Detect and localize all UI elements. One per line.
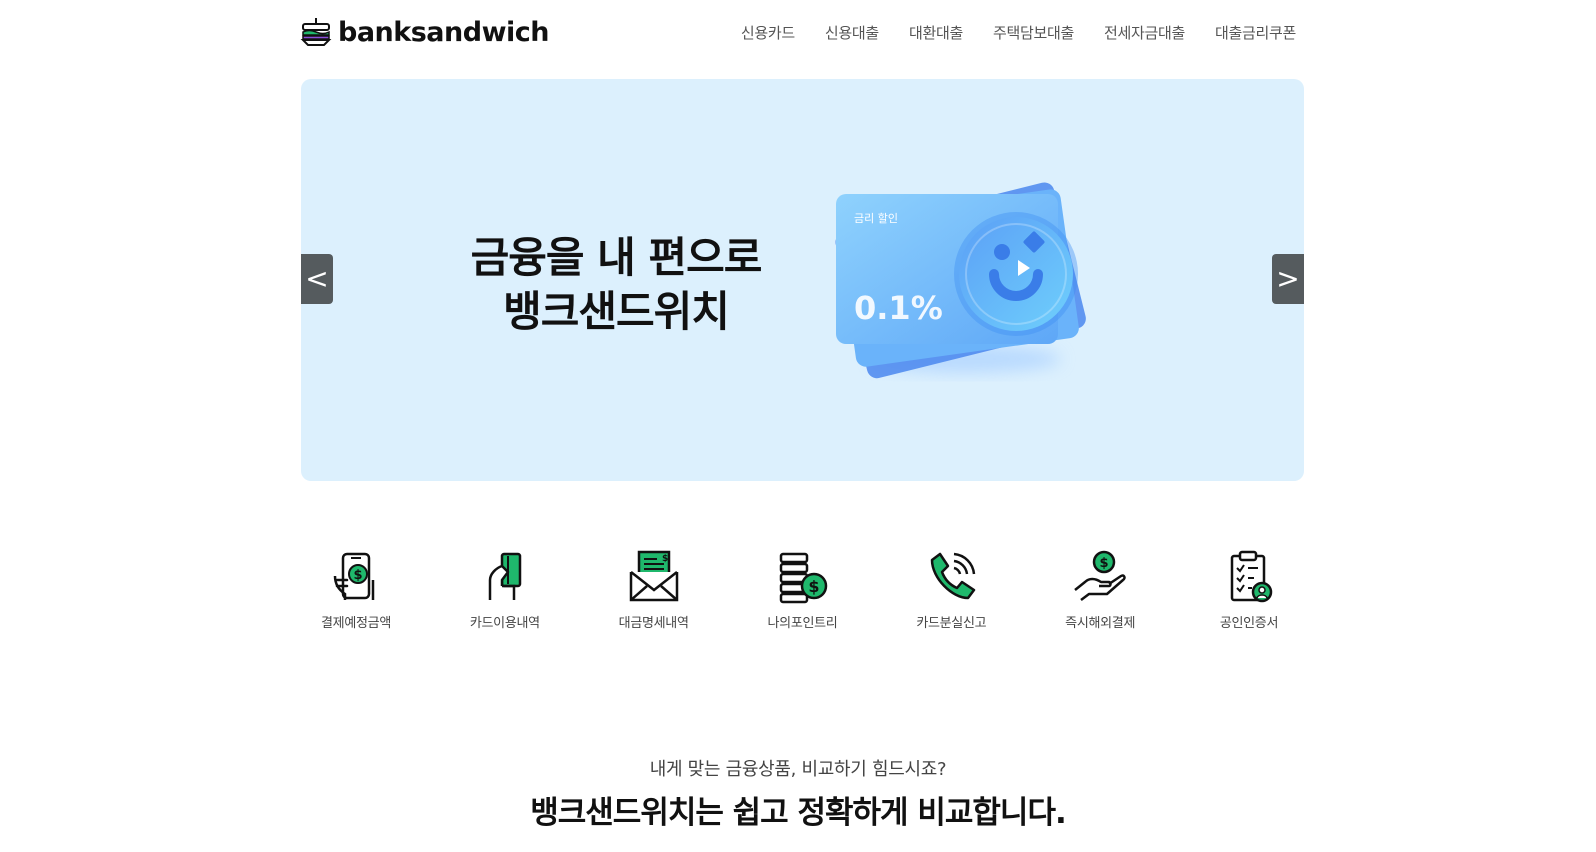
hero-banner: 금융을 내 편으로 뱅크샌드위치 금리 할인 0.1% < > bbox=[301, 79, 1304, 481]
nav-item-mortgage-loan[interactable]: 주택담보대출 bbox=[993, 22, 1074, 43]
intro-headline: 뱅크샌드위치는 쉽고 정확하게 비교합니다. bbox=[530, 795, 1067, 831]
logo[interactable]: banksandwich bbox=[300, 16, 550, 48]
quick-item-certificate[interactable]: 공인인증서 bbox=[1194, 550, 1304, 631]
sandwich-logo-icon bbox=[300, 18, 332, 46]
nav-item-credit-card[interactable]: 신용카드 bbox=[741, 22, 795, 43]
quick-item-billing-statement[interactable]: $ 대금명세내역 bbox=[599, 550, 709, 631]
logo-text: banksandwich bbox=[338, 16, 550, 48]
quick-label: 카드분실신고 bbox=[916, 616, 987, 631]
nav-item-refinance-loan[interactable]: 대환대출 bbox=[909, 22, 963, 43]
quick-label: 카드이용내역 bbox=[469, 616, 540, 631]
nav-item-credit-loan[interactable]: 신용대출 bbox=[825, 22, 879, 43]
hero-title-line2: 뱅크샌드위치 bbox=[503, 287, 730, 336]
quick-item-payment-due[interactable]: $ 결제예정금액 bbox=[301, 550, 411, 631]
hero-title-line1: 금융을 내 편으로 bbox=[470, 233, 763, 282]
nav-item-jeonse-loan[interactable]: 전세자금대출 bbox=[1104, 22, 1185, 43]
clipboard-user-icon bbox=[1230, 550, 1273, 603]
quick-item-overseas-payment[interactable]: $ 즉시해외결제 bbox=[1045, 550, 1155, 631]
svg-text:$: $ bbox=[809, 577, 820, 596]
quick-item-card-history[interactable]: 카드이용내역 bbox=[450, 550, 560, 631]
svg-text:$: $ bbox=[353, 568, 362, 583]
hero-title: 금융을 내 편으로 뱅크샌드위치 bbox=[451, 231, 781, 339]
card-label: 금리 할인 bbox=[854, 212, 898, 225]
envelope-statement-icon: $ bbox=[629, 550, 678, 602]
intro-subtitle: 내게 맞는 금융상품, 비교하기 힘드시죠? bbox=[649, 759, 947, 780]
quick-label: 대금명세내역 bbox=[618, 616, 689, 631]
discount-card-illustration: 금리 할인 0.1% bbox=[835, 182, 1086, 379]
main-nav: 신용카드 신용대출 대환대출 주택담보대출 전세자금대출 대출금리쿠폰 bbox=[741, 22, 1296, 43]
hand-card-icon bbox=[488, 552, 522, 600]
quick-label: 공인인증서 bbox=[1219, 616, 1279, 631]
phone-call-icon bbox=[931, 552, 976, 600]
quick-item-my-points[interactable]: $ 나의포인트리 bbox=[747, 550, 857, 631]
quick-item-lost-card[interactable]: 카드분실신고 bbox=[896, 550, 1006, 631]
phone-dollar-icon: $ bbox=[333, 552, 375, 600]
quick-menu: $ 결제예정금액 카드이용내역 $ 대금명세내역 $ 나의포인트리 카드분실신고… bbox=[301, 550, 1304, 631]
hand-coin-icon: $ bbox=[1074, 550, 1126, 601]
svg-text:$: $ bbox=[1100, 556, 1109, 571]
nav-item-rate-coupon[interactable]: 대출금리쿠폰 bbox=[1215, 22, 1296, 43]
quick-label: 결제예정금액 bbox=[321, 616, 391, 631]
prev-slide-button[interactable]: < bbox=[301, 254, 333, 304]
next-slide-button[interactable]: > bbox=[1272, 254, 1304, 304]
quick-label: 나의포인트리 bbox=[767, 616, 838, 631]
intro-section: 내게 맞는 금융상품, 비교하기 힘드시죠? 뱅크샌드위치는 쉽고 정확하게 비… bbox=[0, 755, 1596, 832]
svg-text:$: $ bbox=[662, 554, 668, 564]
coins-icon: $ bbox=[780, 552, 828, 604]
site-header: banksandwich 신용카드 신용대출 대환대출 주택담보대출 전세자금대… bbox=[0, 0, 1596, 72]
quick-label: 즉시해외결제 bbox=[1065, 616, 1136, 631]
card-rate: 0.1% bbox=[854, 289, 943, 327]
